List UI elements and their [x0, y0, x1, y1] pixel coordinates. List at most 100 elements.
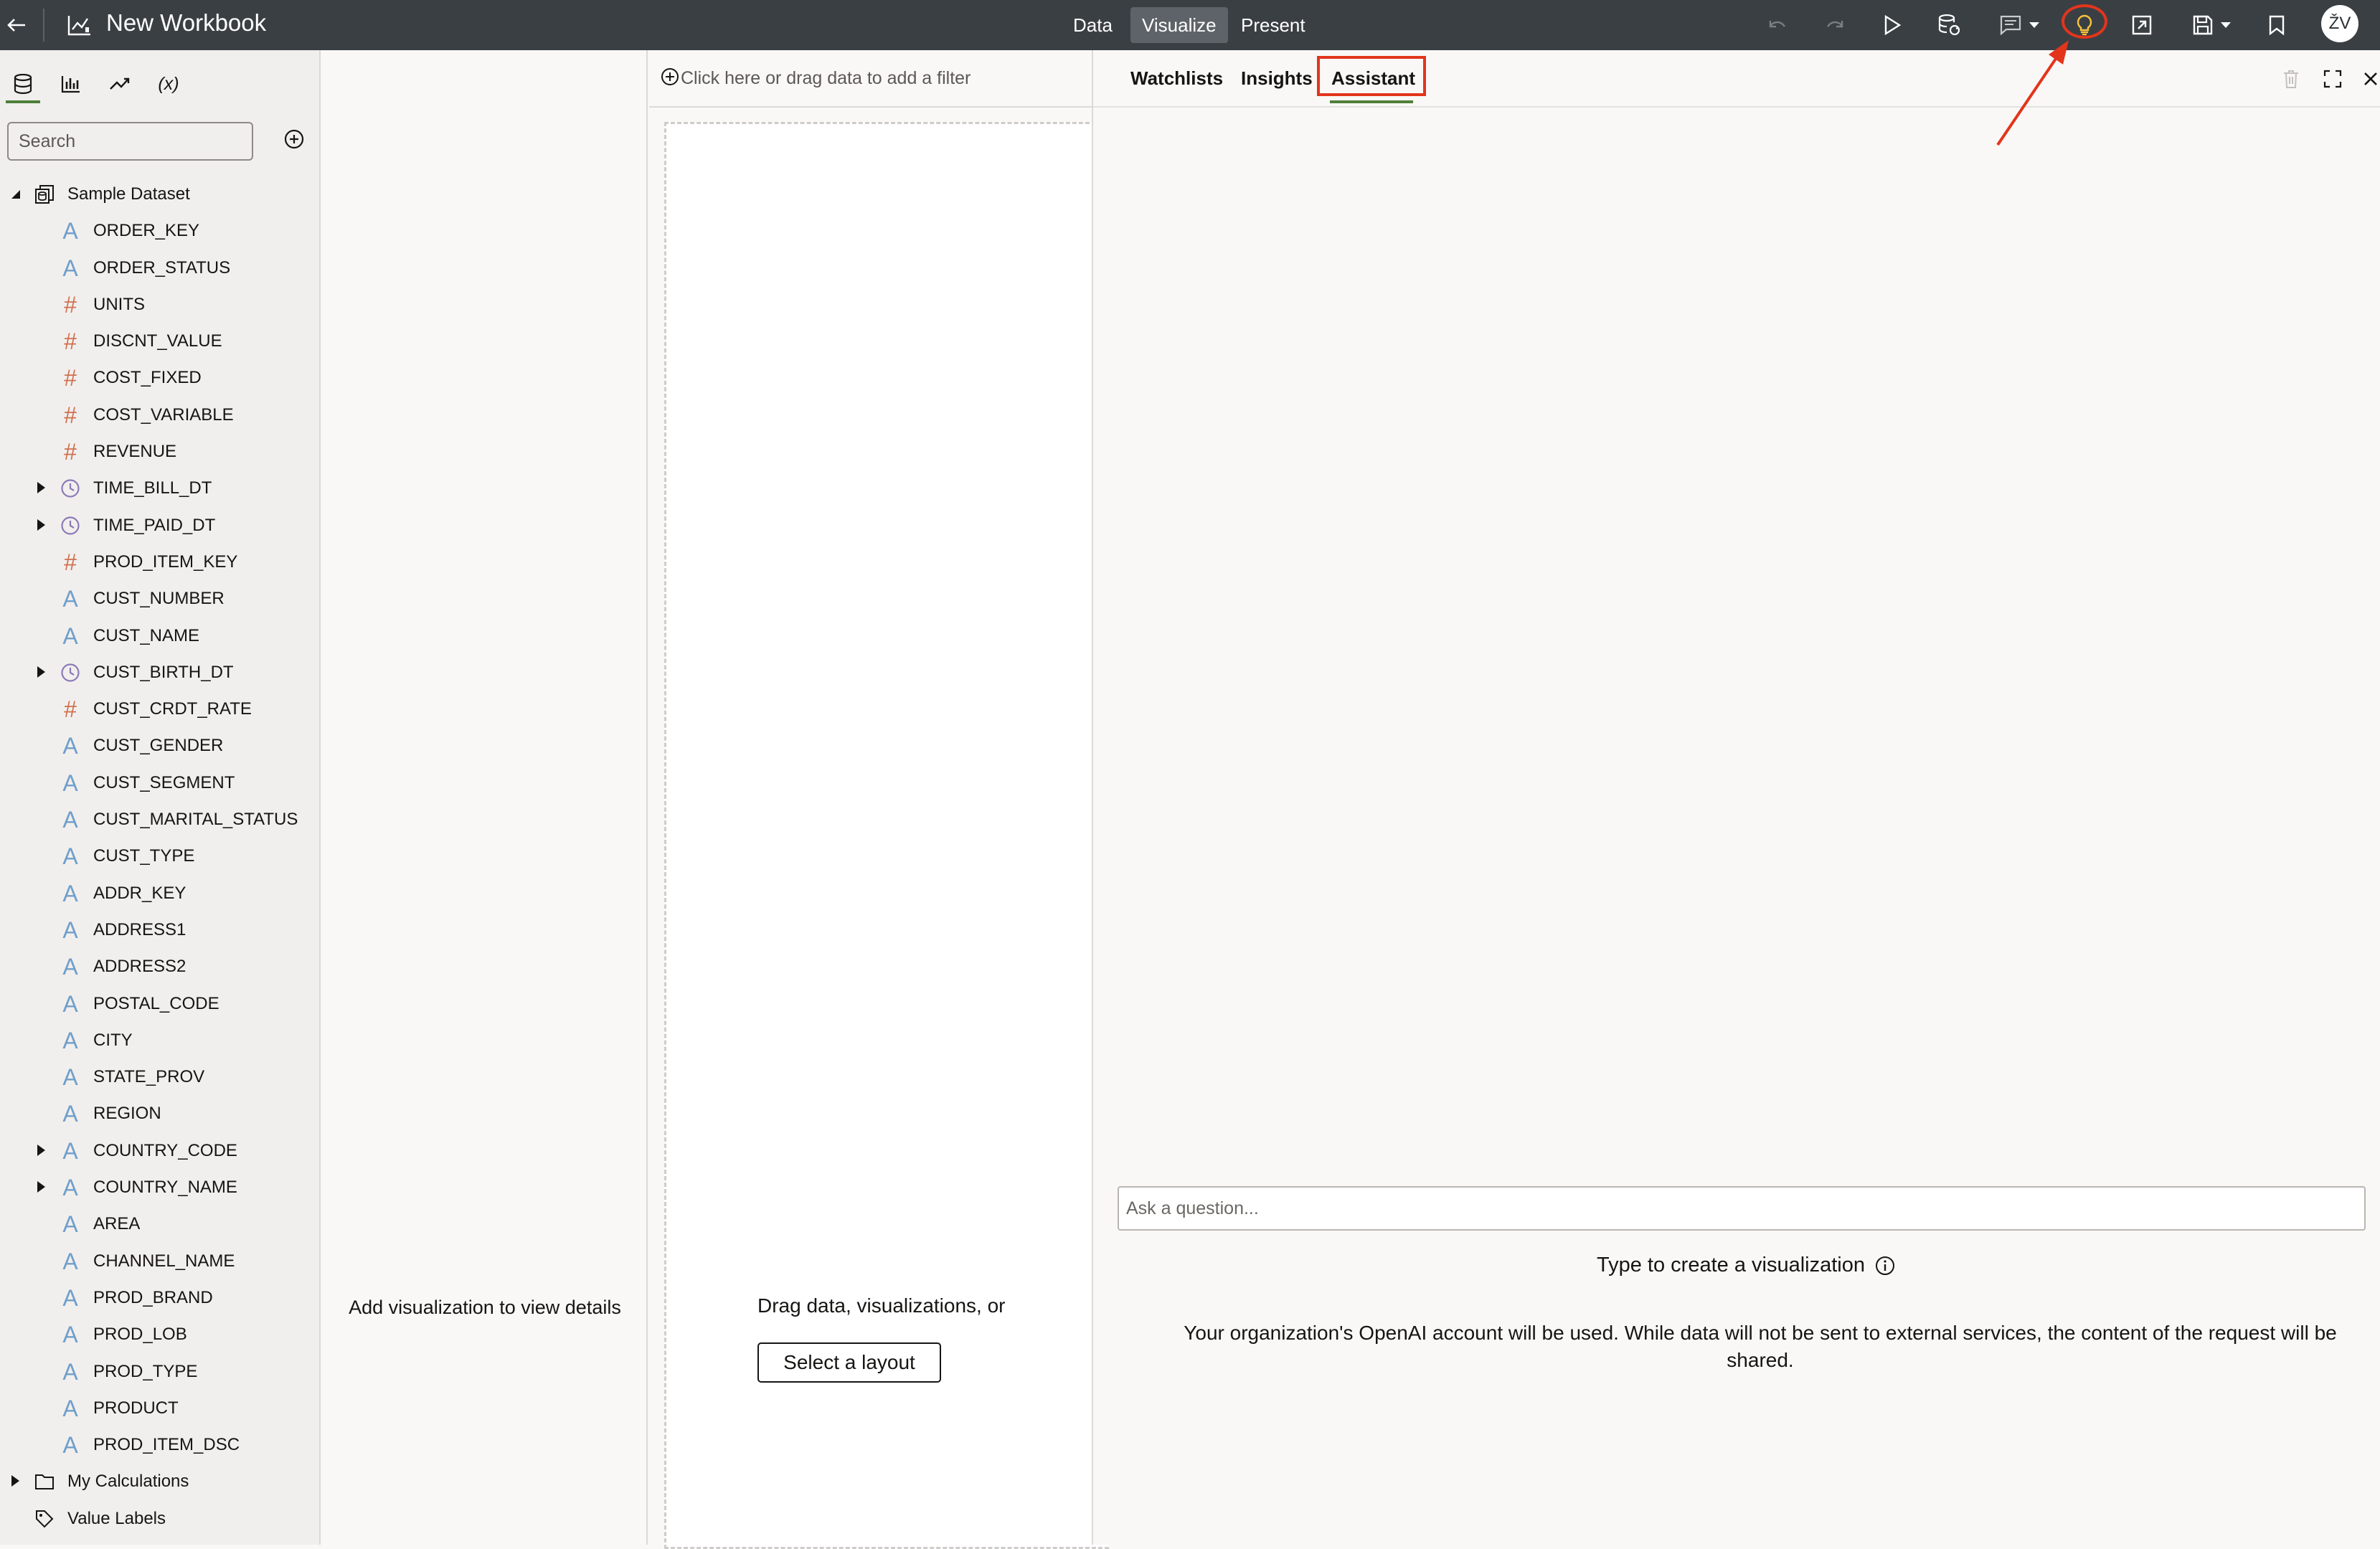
- tab-watchlists[interactable]: Watchlists: [1130, 50, 1223, 108]
- add-data-button[interactable]: [280, 125, 308, 153]
- tab-analytics[interactable]: [99, 63, 141, 105]
- field-item[interactable]: A CUST_NAME: [0, 617, 321, 654]
- tab-visualize[interactable]: Visualize: [1130, 7, 1228, 43]
- filter-bar[interactable]: Click here or drag data to add a filter: [649, 50, 1094, 108]
- comment-menu-button[interactable]: [1991, 4, 2049, 47]
- field-item[interactable]: # DISCNT_VALUE: [0, 323, 321, 359]
- field-label: CHANNEL_NAME: [93, 1251, 235, 1271]
- field-item[interactable]: A POSTAL_CODE: [0, 985, 321, 1022]
- field-item[interactable]: A CUST_SEGMENT: [0, 764, 321, 801]
- field-item[interactable]: A CUST_NUMBER: [0, 580, 321, 617]
- caret-right-icon[interactable]: [7, 1473, 23, 1489]
- tag-icon: [33, 1507, 56, 1530]
- field-item[interactable]: A CUST_MARITAL_STATUS: [0, 801, 321, 838]
- field-item[interactable]: A ADDR_KEY: [0, 875, 321, 911]
- field-item[interactable]: A ORDER_STATUS: [0, 250, 321, 286]
- caret-right-icon[interactable]: [33, 1179, 49, 1195]
- field-item[interactable]: A PROD_TYPE: [0, 1353, 321, 1390]
- field-item[interactable]: A COUNTRY_CODE: [0, 1132, 321, 1169]
- field-item[interactable]: A PRODUCT: [0, 1390, 321, 1426]
- my-calculations-node[interactable]: My Calculations: [0, 1463, 321, 1500]
- field-item[interactable]: # PROD_ITEM_KEY: [0, 544, 321, 580]
- tab-data[interactable]: Data: [1062, 7, 1124, 43]
- field-item[interactable]: # CUST_CRDT_RATE: [0, 691, 321, 727]
- assistant-panel: Watchlists Insights Assistant Type to cr…: [1092, 50, 2380, 1545]
- field-label: AREA: [93, 1214, 141, 1234]
- tab-parameters[interactable]: (x): [148, 63, 189, 105]
- attribute-icon: A: [62, 769, 78, 796]
- field-item[interactable]: A CUST_GENDER: [0, 727, 321, 764]
- app-header: New Workbook Data Visualize Present ŽV: [0, 0, 2380, 50]
- redo-button[interactable]: [1813, 4, 1856, 47]
- refresh-data-icon: [1937, 14, 1962, 37]
- field-item[interactable]: TIME_PAID_DT: [0, 507, 321, 544]
- save-menu-button[interactable]: [2183, 4, 2241, 47]
- tab-insights[interactable]: Insights: [1241, 50, 1313, 108]
- field-label: CUST_NAME: [93, 625, 200, 645]
- user-avatar[interactable]: ŽV: [2321, 5, 2358, 42]
- field-item[interactable]: A ORDER_KEY: [0, 212, 321, 249]
- maximize-button[interactable]: [2318, 65, 2347, 93]
- caret-right-icon[interactable]: [33, 664, 49, 680]
- caret-down-icon[interactable]: [7, 186, 23, 202]
- field-item[interactable]: A ADDRESS1: [0, 911, 321, 948]
- caret-right-icon[interactable]: [33, 480, 49, 496]
- field-item[interactable]: A COUNTRY_NAME: [0, 1169, 321, 1205]
- attribute-icon: A: [62, 1358, 78, 1385]
- field-item[interactable]: # COST_VARIABLE: [0, 397, 321, 433]
- field-item[interactable]: A CUST_TYPE: [0, 838, 321, 874]
- play-button[interactable]: [1871, 4, 1914, 47]
- caret-right-icon[interactable]: [33, 517, 49, 533]
- time-icon: [59, 514, 82, 537]
- refresh-data-button[interactable]: [1928, 4, 1971, 47]
- dataset-node[interactable]: Sample Dataset: [0, 176, 321, 212]
- field-item[interactable]: CUST_BIRTH_DT: [0, 654, 321, 691]
- field-item[interactable]: A REGION: [0, 1095, 321, 1132]
- field-item[interactable]: A PROD_ITEM_DSC: [0, 1426, 321, 1463]
- field-item[interactable]: A AREA: [0, 1205, 321, 1242]
- bookmark-button[interactable]: [2255, 4, 2298, 47]
- ask-question-input[interactable]: [1118, 1186, 2366, 1231]
- tab-present[interactable]: Present: [1229, 7, 1317, 43]
- search-input[interactable]: [7, 122, 253, 161]
- export-button[interactable]: [2120, 4, 2163, 47]
- attribute-icon: A: [62, 1137, 78, 1164]
- field-item[interactable]: A CHANNEL_NAME: [0, 1243, 321, 1279]
- field-label: CUST_MARITAL_STATUS: [93, 810, 298, 830]
- chevron-down-icon: [2029, 22, 2040, 29]
- field-label: POSTAL_CODE: [93, 993, 219, 1013]
- attribute-icon: A: [62, 1395, 78, 1421]
- assistant-hint: Type to create a visualization: [1093, 1254, 2380, 1277]
- undo-button[interactable]: [1756, 4, 1799, 47]
- bookmark-icon: [2269, 15, 2285, 35]
- field-item[interactable]: A PROD_LOB: [0, 1316, 321, 1353]
- tab-visualizations[interactable]: [50, 63, 92, 105]
- export-icon: [2132, 15, 2152, 35]
- field-item[interactable]: # UNITS: [0, 286, 321, 323]
- close-icon: [2364, 72, 2378, 86]
- back-button[interactable]: [0, 0, 33, 50]
- close-panel-button[interactable]: [2360, 65, 2380, 93]
- tab-data-elements[interactable]: [2, 63, 44, 105]
- workbook-title[interactable]: New Workbook: [106, 0, 266, 50]
- hint-text: Type to create a visualization: [1597, 1254, 1865, 1276]
- field-label: PROD_LOB: [93, 1325, 187, 1345]
- clear-button[interactable]: [2277, 65, 2305, 93]
- field-item[interactable]: A PROD_BRAND: [0, 1279, 321, 1316]
- field-item[interactable]: # COST_FIXED: [0, 359, 321, 396]
- value-labels-node[interactable]: Value Labels: [0, 1500, 321, 1537]
- field-item[interactable]: A STATE_PROV: [0, 1058, 321, 1095]
- info-icon[interactable]: [1875, 1256, 1895, 1276]
- canvas-drop-message: Drag data, visualizations, or: [757, 1294, 1006, 1317]
- field-item[interactable]: TIME_BILL_DT: [0, 470, 321, 506]
- filter-placeholder: Click here or drag data to add a filter: [681, 68, 971, 88]
- field-item[interactable]: A CITY: [0, 1022, 321, 1058]
- select-layout-button[interactable]: Select a layout: [757, 1342, 941, 1383]
- canvas-drop-zone[interactable]: [664, 122, 1109, 1549]
- field-item[interactable]: A ADDRESS2: [0, 948, 321, 985]
- caret-right-icon[interactable]: [33, 1142, 49, 1158]
- panel-tabs: Watchlists Insights Assistant: [1093, 50, 2380, 108]
- field-item[interactable]: # REVENUE: [0, 433, 321, 470]
- attribute-icon: A: [62, 807, 78, 833]
- save-icon: [2193, 15, 2213, 35]
